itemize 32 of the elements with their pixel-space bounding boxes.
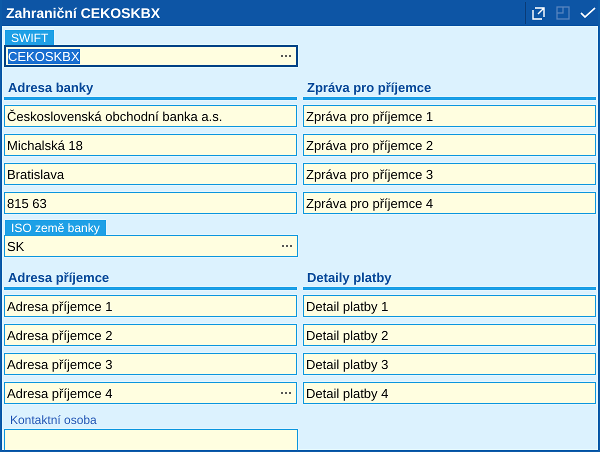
input-field[interactable]: 815 63	[4, 192, 297, 214]
input-field[interactable]: Adresa příjemce 4	[4, 382, 297, 404]
input-field[interactable]: Detail platby 3	[303, 353, 596, 375]
input-field[interactable]: Adresa příjemce 1	[4, 295, 297, 317]
more-icon[interactable]	[280, 391, 292, 395]
input-field[interactable]: Adresa příjemce 3	[4, 353, 297, 375]
more-icon[interactable]	[281, 244, 293, 248]
input-field[interactable]: Bratislava	[4, 163, 297, 185]
input-field[interactable]: SK	[4, 235, 298, 257]
input-field[interactable]: Michalská 18	[4, 134, 297, 156]
input-field[interactable]: Detail platby 4	[303, 382, 596, 404]
more-icon[interactable]	[280, 54, 292, 58]
input-field[interactable]: Československá obchodní banka a.s.	[4, 105, 297, 127]
input-field[interactable]: Zpráva pro příjemce 2	[303, 134, 596, 156]
input-field[interactable]: Detail platby 2	[303, 324, 596, 346]
input-field[interactable]: CEKOSKBX	[4, 45, 298, 67]
input-field[interactable]	[4, 429, 298, 450]
section-heading: Adresa příjemce	[7, 269, 110, 286]
input-field[interactable]: Detail platby 1	[303, 295, 596, 317]
window-title: Zahraniční CEKOSKBX	[6, 4, 162, 22]
section-heading: Detaily platby	[306, 269, 393, 286]
field-label: Kontaktní osoba	[9, 413, 98, 429]
input-field[interactable]: Zpráva pro příjemce 4	[303, 192, 596, 214]
section-heading: Zpráva pro příjemce	[306, 79, 432, 96]
popout-icon[interactable]	[532, 6, 546, 20]
checkmark-icon[interactable]	[580, 7, 596, 19]
input-field[interactable]: Zpráva pro příjemce 3	[303, 163, 596, 185]
input-field[interactable]: Zpráva pro příjemce 1	[303, 105, 596, 127]
field-label: SWIFT	[5, 30, 54, 45]
input-field[interactable]: Adresa příjemce 2	[4, 324, 297, 346]
section-heading: Adresa banky	[7, 79, 94, 96]
field-label: ISO země banky	[5, 220, 106, 235]
